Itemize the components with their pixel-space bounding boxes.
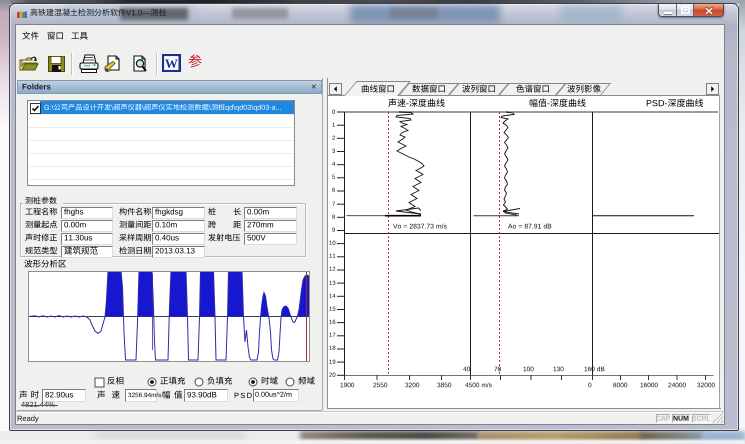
svg-text:W: W bbox=[165, 56, 178, 71]
